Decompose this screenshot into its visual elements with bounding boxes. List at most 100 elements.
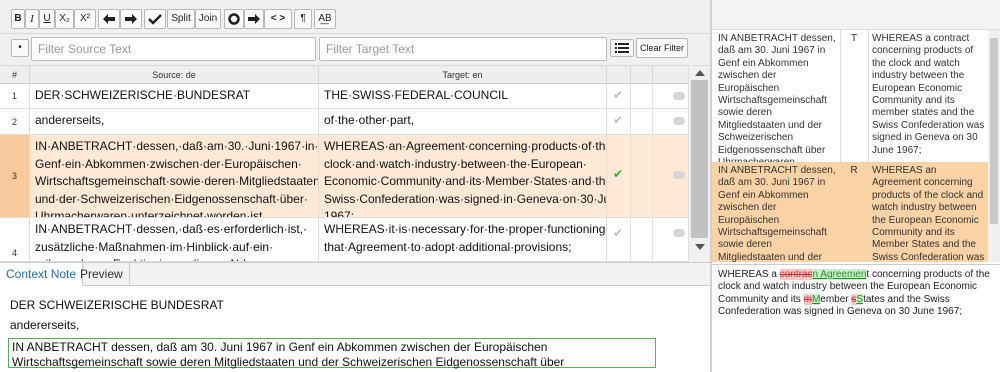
table-row[interactable]: 2 andererseits, of·the·other·part, ✔	[0, 109, 688, 135]
comment-cell[interactable]	[653, 84, 688, 108]
clear-filter-button[interactable]: Clear Filter	[636, 38, 688, 58]
filter-list-button[interactable]	[610, 39, 634, 57]
context-line: andererseits,	[10, 318, 80, 332]
comment-icon	[673, 92, 685, 100]
tag-button[interactable]: < >	[264, 9, 292, 29]
tm-panel-header	[712, 0, 1000, 30]
target-cell[interactable]: WHEREAS·it·is·necessary·for·the·proper·f…	[319, 218, 607, 261]
tm-source: IN ANBETRACHT dessen, daß am 30. Juni 19…	[718, 33, 836, 180]
record-icon	[228, 13, 240, 25]
join-button[interactable]: Join	[195, 9, 221, 29]
subscript-button[interactable]: X₂	[55, 9, 74, 29]
arrow-right-icon	[248, 14, 260, 24]
check-icon: ✔	[613, 113, 624, 127]
pilcrow-button[interactable]: ¶	[294, 9, 312, 29]
grid-header: # Source: de Target: en	[0, 66, 688, 84]
comment-cell[interactable]	[653, 109, 688, 134]
tm-match-row[interactable]: IN ANBETRACHT dessen, daß am 30. Juni 19…	[712, 30, 988, 180]
tm-match-row-selected[interactable]: IN ANBETRACHT dessen, daß am 30. Juni 19…	[712, 162, 988, 262]
record-button[interactable]	[224, 9, 244, 29]
split-button[interactable]: Split	[167, 9, 195, 29]
diff-text: ember	[820, 293, 852, 305]
header-extra	[631, 66, 653, 84]
confirm-cell[interactable]: ✔	[607, 109, 631, 134]
comment-icon	[673, 171, 685, 179]
formatting-toolbar: B I U X₂ X² Split Join < > ¶ A͟B	[0, 0, 710, 34]
case-button[interactable]: A͟B	[314, 9, 336, 29]
italic-button[interactable]: I	[25, 9, 39, 29]
scroll-down-icon[interactable]	[695, 244, 705, 250]
redo-icon	[125, 14, 137, 24]
diff-insertion: n Agreemen	[812, 269, 867, 280]
comment-cell[interactable]	[653, 135, 688, 217]
row-number: 2	[0, 109, 30, 134]
diff-deletion: m	[803, 293, 812, 305]
filter-options-button[interactable]: •	[11, 39, 29, 57]
status-cell	[631, 135, 653, 217]
tm-origin-code: T	[850, 33, 858, 44]
source-cell[interactable]: IN·ANBETRACHT·dessen,·daß·es·erforderlic…	[30, 218, 319, 261]
source-cell[interactable]: andererseits,	[30, 109, 319, 134]
target-cell[interactable]: of·the·other·part,	[319, 109, 607, 134]
tm-source: IN ANBETRACHT dessen, daß am 30. Juni 19…	[718, 165, 836, 262]
filter-bar: • Clear Filter	[0, 34, 710, 66]
status-cell	[631, 218, 653, 261]
scroll-up-icon[interactable]	[695, 70, 705, 76]
comment-cell[interactable]	[653, 218, 688, 261]
grid-scrollbar[interactable]	[688, 66, 710, 262]
row-number: 4	[0, 218, 30, 261]
table-row[interactable]: 1 DER·SCHWEIZERISCHE·BUNDESRAT THE·SWISS…	[0, 84, 688, 109]
context-line: DER SCHWEIZERISCHE BUNDESRAT	[10, 298, 224, 312]
row-number: 1	[0, 84, 30, 108]
confirm-cell[interactable]: ✔	[607, 218, 631, 261]
tm-target: WHEREAS an Agreement concerning products…	[872, 165, 985, 262]
filter-target-input[interactable]	[319, 37, 607, 61]
status-cell	[631, 84, 653, 108]
undo-icon	[103, 14, 115, 24]
segment-grid: # Source: de Target: en 1 DER·SCHWEIZERI…	[0, 66, 710, 262]
confirm-cell[interactable]: ✔	[607, 84, 631, 108]
table-row-selected[interactable]: 3 IN·ANBETRACHT·dessen,·daß·am·30.·Juni·…	[0, 135, 688, 218]
check-icon: ✔	[613, 88, 624, 102]
scroll-thumb[interactable]	[691, 80, 708, 238]
superscript-button[interactable]: X²	[74, 9, 96, 29]
tm-origin-code: R	[850, 165, 858, 176]
diff-deletion: contrac	[779, 269, 813, 280]
row-number: 3	[0, 135, 30, 217]
header-source: Source: de	[30, 66, 319, 84]
next-button[interactable]	[244, 9, 264, 29]
header-check	[607, 66, 631, 84]
target-cell[interactable]: WHEREAS·an·Agreement·concerning·products…	[319, 135, 607, 217]
source-cell[interactable]: IN·ANBETRACHT·dessen,·daß·am·30.·Juni·19…	[30, 135, 319, 217]
header-target: Target: en	[319, 66, 607, 84]
comment-icon	[673, 229, 685, 237]
tab-context-note[interactable]: Context Note	[0, 263, 84, 286]
undo-button[interactable]	[98, 9, 120, 29]
status-cell	[631, 109, 653, 134]
header-num: #	[0, 66, 30, 84]
source-cell[interactable]: DER·SCHWEIZERISCHE·BUNDESRAT	[30, 84, 319, 108]
filter-source-input[interactable]	[31, 37, 316, 61]
confirm-cell[interactable]: ✔	[607, 135, 631, 217]
tm-diff-panel: WHEREAS a contracn Agreement concerning …	[712, 264, 1000, 372]
tm-matches-panel: IN ANBETRACHT dessen, daß am 30. Juni 19…	[712, 30, 1000, 262]
tab-preview[interactable]: Preview	[74, 263, 130, 286]
check-icon	[148, 14, 162, 25]
check-icon: ✔	[613, 226, 624, 240]
redo-button[interactable]	[120, 9, 142, 29]
context-current-segment: IN ANBETRACHT dessen, daß am 30. Juni 19…	[8, 338, 656, 372]
tm-scroll-thumb[interactable]	[990, 38, 998, 224]
target-cell[interactable]: THE·SWISS·FEDERAL·COUNCIL	[319, 84, 607, 108]
comment-icon	[673, 117, 685, 125]
tm-target: WHEREAS a contract concerning products o…	[872, 33, 985, 156]
bottom-tabs: Context Note Preview	[0, 262, 710, 286]
bold-button[interactable]: B	[11, 9, 25, 29]
underline-button[interactable]: U	[39, 9, 55, 29]
confirm-button[interactable]	[144, 9, 166, 29]
diff-text: WHEREAS a	[718, 269, 777, 280]
table-row[interactable]: 4 IN·ANBETRACHT·dessen,·daß·es·erforderl…	[0, 218, 688, 262]
check-icon: ✔	[613, 167, 624, 181]
list-icon	[615, 43, 629, 53]
context-note-panel: DER SCHWEIZERISCHE BUNDESRAT andererseit…	[0, 286, 710, 372]
tm-scrollbar[interactable]	[988, 30, 1000, 262]
